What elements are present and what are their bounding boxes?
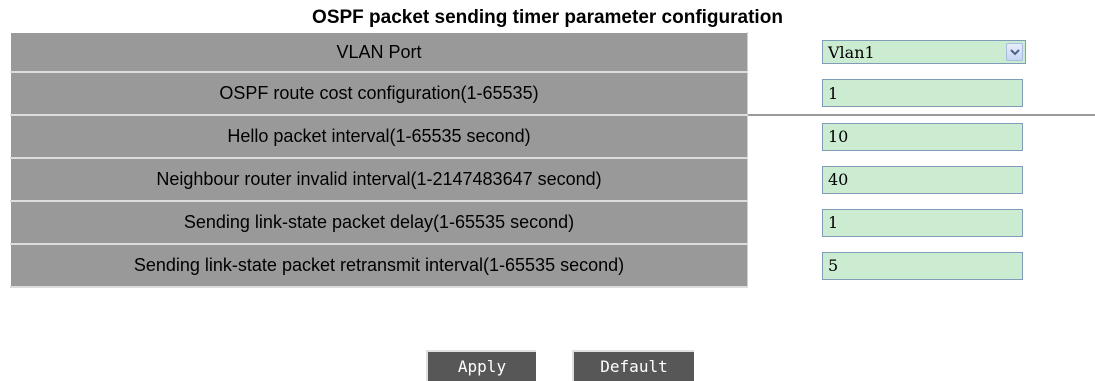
hello-interval-input[interactable] — [822, 122, 1023, 151]
row-route-cost: OSPF route cost configuration(1-65535) — [10, 71, 1095, 116]
button-bar: Apply Default — [0, 350, 1095, 381]
apply-button[interactable]: Apply — [426, 350, 536, 381]
row-neighbour-invalid: Neighbour router invalid interval(1-2147… — [10, 157, 1095, 202]
route-cost-label: OSPF route cost configuration(1-65535) — [10, 71, 748, 116]
hello-interval-label: Hello packet interval(1-65535 second) — [10, 114, 748, 159]
vlan-port-label: VLAN Port — [10, 32, 748, 73]
neighbour-invalid-input[interactable] — [822, 165, 1023, 194]
lsa-retransmit-label: Sending link-state packet retransmit int… — [10, 243, 748, 288]
lsa-retransmit-input[interactable] — [822, 251, 1023, 280]
row-lsa-delay: Sending link-state packet delay(1-65535 … — [10, 200, 1095, 245]
lsa-delay-input[interactable] — [822, 208, 1023, 237]
vlan-port-selected-value: Vlan1 — [828, 42, 875, 62]
row-lsa-retransmit: Sending link-state packet retransmit int… — [10, 243, 1095, 288]
lsa-delay-label: Sending link-state packet delay(1-65535 … — [10, 200, 748, 245]
neighbour-invalid-label: Neighbour router invalid interval(1-2147… — [10, 157, 748, 202]
chevron-down-icon[interactable] — [1006, 43, 1023, 62]
row-hello-interval: Hello packet interval(1-65535 second) — [10, 114, 1095, 159]
default-button[interactable]: Default — [572, 350, 694, 381]
page-title: OSPF packet sending timer parameter conf… — [312, 7, 783, 28]
row-vlan-port: VLAN Port Vlan1 — [10, 32, 1095, 73]
vlan-port-select[interactable]: Vlan1 — [822, 40, 1026, 65]
config-table: VLAN Port Vlan1 OSPF route cost configur… — [10, 32, 1095, 288]
route-cost-input[interactable] — [822, 79, 1023, 108]
